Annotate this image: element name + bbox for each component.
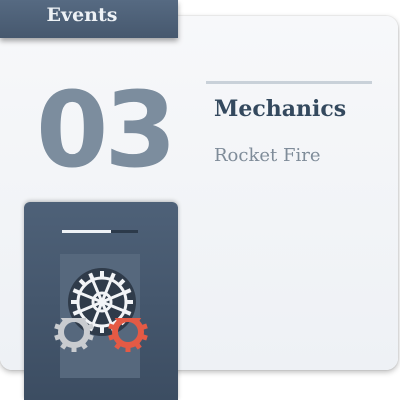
events-tab-label: Events	[46, 4, 118, 26]
card-title: Rocket Fire	[214, 145, 321, 166]
gears-icon	[54, 268, 148, 352]
card-category: Mechanics	[214, 96, 347, 122]
progress-bar	[62, 230, 138, 233]
event-card-stage: Events 03 Mechanics Rocket Fire	[0, 0, 400, 400]
events-tab[interactable]: Events	[0, 0, 178, 38]
progress-fill	[62, 230, 112, 233]
title-divider	[206, 81, 372, 84]
card-thumbnail[interactable]	[24, 202, 178, 400]
card-number: 03	[36, 69, 177, 191]
